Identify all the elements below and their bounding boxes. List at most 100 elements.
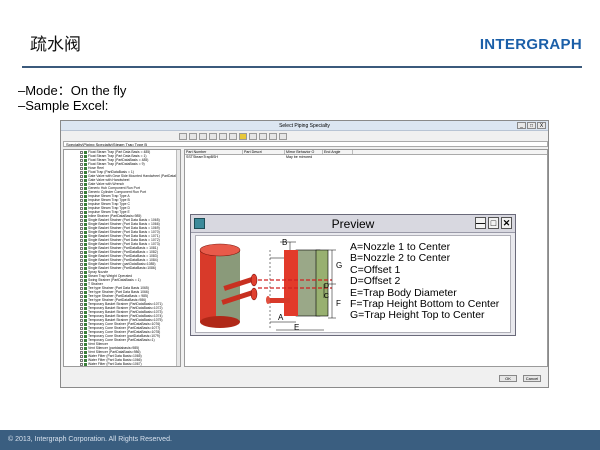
part-icon [84, 250, 87, 254]
expand-icon[interactable] [80, 362, 83, 366]
part-icon [84, 358, 87, 362]
expand-icon[interactable] [80, 254, 83, 258]
expand-icon[interactable] [80, 286, 83, 290]
part-icon [84, 222, 87, 226]
column-header[interactable]: End Angle [323, 150, 353, 154]
expand-icon[interactable] [80, 178, 83, 182]
expand-icon[interactable] [80, 170, 83, 174]
expand-icon[interactable] [80, 322, 83, 326]
expand-icon[interactable] [80, 154, 83, 158]
toolbar-button[interactable] [219, 132, 227, 140]
expand-icon[interactable] [80, 226, 83, 230]
table-cell [243, 155, 285, 159]
expand-icon[interactable] [80, 258, 83, 262]
part-icon [84, 362, 87, 366]
address-field[interactable]: Specialty\Piping Specialty\Steam Trap Ty… [63, 141, 548, 147]
part-icon [84, 346, 87, 350]
expand-icon[interactable] [80, 234, 83, 238]
expand-icon[interactable] [80, 330, 83, 334]
maximize-button[interactable]: □ [527, 122, 536, 129]
toolbar-button[interactable] [199, 132, 207, 140]
ok-button[interactable]: OK [499, 375, 517, 382]
expand-icon[interactable] [80, 354, 83, 358]
expand-icon[interactable] [80, 270, 83, 274]
expand-icon[interactable] [80, 334, 83, 338]
toolbar-button[interactable] [189, 132, 197, 140]
part-icon [84, 322, 87, 326]
toolbar-button[interactable] [209, 132, 217, 140]
part-icon [84, 170, 87, 174]
expand-icon[interactable] [80, 230, 83, 234]
expand-icon[interactable] [80, 302, 83, 306]
expand-icon[interactable] [80, 346, 83, 350]
expand-icon[interactable] [80, 218, 83, 222]
minimize-button[interactable]: _ [517, 122, 526, 129]
part-icon [84, 182, 87, 186]
expand-icon[interactable] [80, 298, 83, 302]
table-row[interactable]: SSTSteamTrapBSH May be mirrored [185, 155, 547, 159]
expand-icon[interactable] [80, 310, 83, 314]
part-icon [84, 286, 87, 290]
expand-icon[interactable] [80, 314, 83, 318]
expand-icon[interactable] [80, 182, 83, 186]
column-header[interactable]: Mirror Behavior O [285, 150, 323, 154]
expand-icon[interactable] [80, 367, 83, 368]
preview-minimize-button[interactable]: — [475, 217, 486, 229]
expand-icon[interactable] [80, 162, 83, 166]
expand-icon[interactable] [80, 274, 83, 278]
folder-icon[interactable] [239, 132, 247, 140]
expand-icon[interactable] [80, 210, 83, 214]
column-header[interactable]: Part Descri [243, 150, 285, 154]
expand-icon[interactable] [80, 166, 83, 170]
tree-scrollbar[interactable] [176, 150, 180, 366]
toolbar-button[interactable] [269, 132, 277, 140]
expand-icon[interactable] [80, 242, 83, 246]
expand-icon[interactable] [80, 238, 83, 242]
expand-icon[interactable] [80, 350, 83, 354]
toolbar-button[interactable] [179, 132, 187, 140]
expand-icon[interactable] [80, 306, 83, 310]
part-icon [84, 354, 87, 358]
part-icon [84, 166, 87, 170]
expand-icon[interactable] [80, 290, 83, 294]
preview-window-controls: — □ ✕ [475, 217, 512, 229]
tree-item[interactable]: Water Filter (Part Data Basis=1068) [64, 366, 180, 367]
expand-icon[interactable] [80, 202, 83, 206]
expand-icon[interactable] [80, 282, 83, 286]
expand-icon[interactable] [80, 214, 83, 218]
expand-icon[interactable] [80, 338, 83, 342]
expand-icon[interactable] [80, 278, 83, 282]
part-icon [84, 242, 87, 246]
expand-icon[interactable] [80, 326, 83, 330]
expand-icon[interactable] [80, 318, 83, 322]
column-header[interactable]: Part Number [185, 150, 243, 154]
expand-icon[interactable] [80, 150, 83, 154]
expand-icon[interactable] [80, 262, 83, 266]
part-icon [84, 274, 87, 278]
expand-icon[interactable] [80, 342, 83, 346]
expand-icon[interactable] [80, 206, 83, 210]
expand-icon[interactable] [80, 194, 83, 198]
toolbar-button[interactable] [279, 132, 287, 140]
expand-icon[interactable] [80, 158, 83, 162]
part-icon [84, 174, 87, 178]
specialty-tree[interactable]: Float Steam Trap (Part Data Basis = 485)… [63, 149, 181, 367]
expand-icon[interactable] [80, 246, 83, 250]
close-button[interactable]: X [537, 122, 546, 129]
toolbar-button[interactable] [259, 132, 267, 140]
expand-icon[interactable] [80, 266, 83, 270]
expand-icon[interactable] [80, 222, 83, 226]
expand-icon[interactable] [80, 190, 83, 194]
expand-icon[interactable] [80, 250, 83, 254]
expand-icon[interactable] [80, 294, 83, 298]
toolbar-button[interactable] [229, 132, 237, 140]
part-icon [84, 326, 87, 330]
expand-icon[interactable] [80, 174, 83, 178]
expand-icon[interactable] [80, 198, 83, 202]
preview-maximize-button[interactable]: □ [488, 217, 499, 229]
expand-icon[interactable] [80, 186, 83, 190]
expand-icon[interactable] [80, 358, 83, 362]
preview-close-button[interactable]: ✕ [501, 217, 512, 229]
toolbar-button[interactable] [249, 132, 257, 140]
cancel-button[interactable]: Cancel [523, 375, 541, 382]
